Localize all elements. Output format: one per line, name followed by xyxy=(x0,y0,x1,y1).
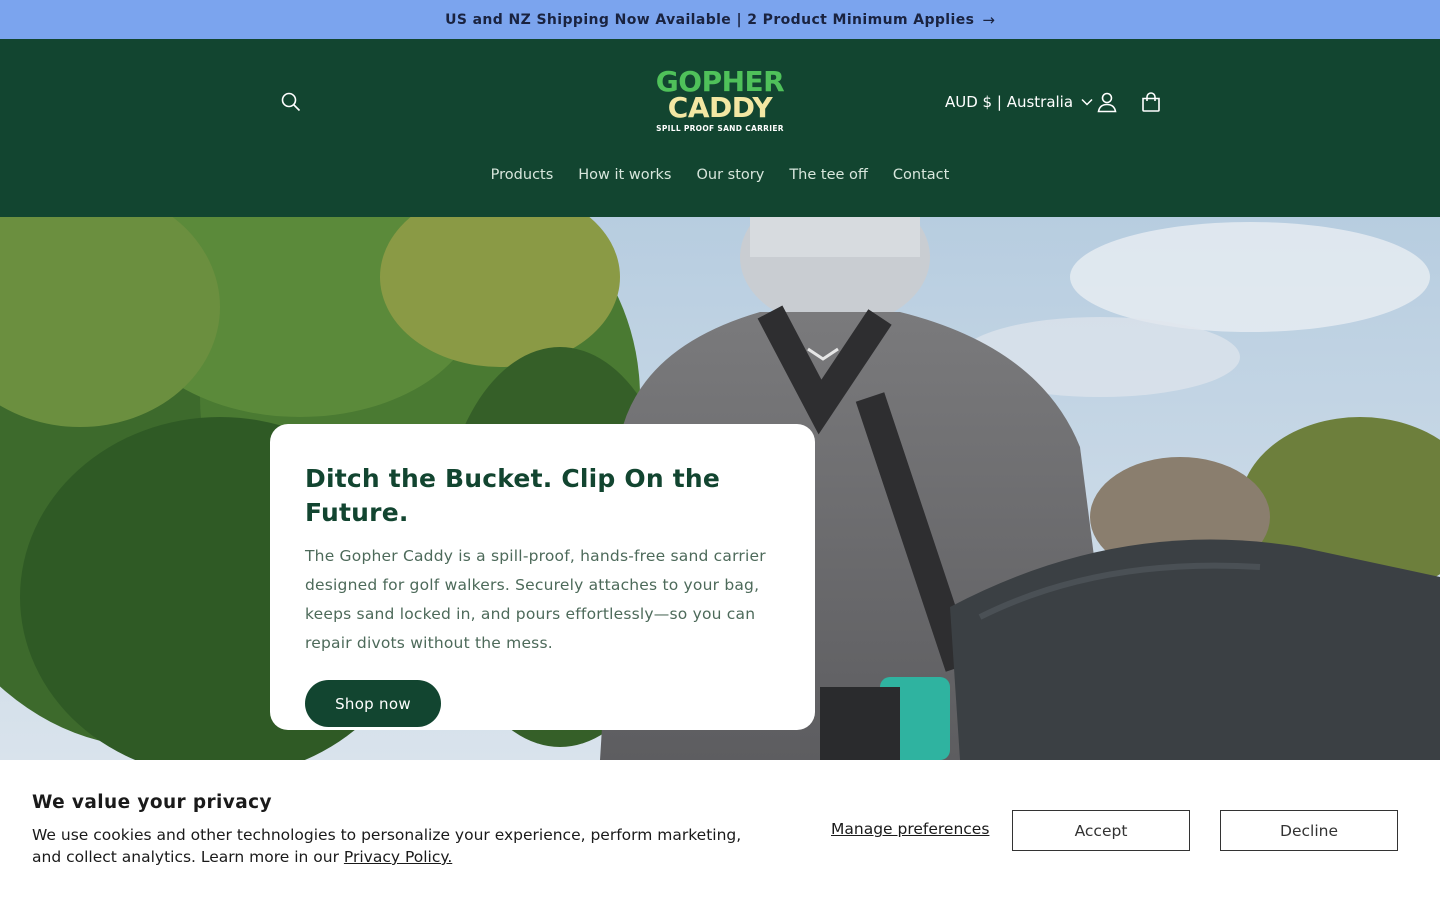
nav-item-our-story[interactable]: Our story xyxy=(684,163,777,187)
hero-description: The Gopher Caddy is a spill-proof, hands… xyxy=(305,547,766,652)
accept-button[interactable]: Accept xyxy=(1012,810,1190,851)
currency-label: AUD $ | Australia xyxy=(945,93,1074,111)
manage-preferences-link[interactable]: Manage preferences xyxy=(831,820,989,838)
account-button[interactable] xyxy=(1088,83,1126,121)
shop-now-button[interactable]: Shop now xyxy=(305,680,441,727)
cookie-description: We use cookies and other technologies to… xyxy=(32,824,752,868)
user-icon xyxy=(1097,92,1117,113)
hero-section: Ditch the Bucket. Clip On the Future. Th… xyxy=(0,217,1440,760)
site-logo[interactable]: GOPHER CADDY SPILL PROOF SAND CARRIER xyxy=(640,68,800,139)
main-nav: Products How it works Our story The tee … xyxy=(0,163,1440,187)
cart-icon xyxy=(1142,92,1160,112)
decline-button[interactable]: Decline xyxy=(1220,810,1398,851)
cart-button[interactable] xyxy=(1132,83,1170,121)
nav-item-how-it-works[interactable]: How it works xyxy=(566,163,684,187)
search-icon xyxy=(281,92,301,112)
hero-card: Ditch the Bucket. Clip On the Future. Th… xyxy=(270,424,815,730)
cookie-banner: We value your privacy We use cookies and… xyxy=(0,760,1440,900)
announcement-bar[interactable]: US and NZ Shipping Now Available | 2 Pro… xyxy=(0,0,1440,39)
site-header: GOPHER CADDY SPILL PROOF SAND CARRIER AU… xyxy=(0,39,1440,217)
cookie-title: We value your privacy xyxy=(32,792,272,813)
nav-item-products[interactable]: Products xyxy=(478,163,566,187)
currency-selector[interactable]: AUD $ | Australia xyxy=(935,87,1103,117)
announcement-text[interactable]: US and NZ Shipping Now Available | 2 Pro… xyxy=(445,12,974,28)
logo-tagline: SPILL PROOF SAND CARRIER xyxy=(656,124,784,133)
privacy-policy-link[interactable]: Privacy Policy. xyxy=(344,848,452,866)
logo-line-2: CADDY xyxy=(667,91,773,124)
nav-item-the-tee-off[interactable]: The tee off xyxy=(777,163,881,187)
hero-title: Ditch the Bucket. Clip On the Future. xyxy=(305,464,721,527)
nav-item-contact[interactable]: Contact xyxy=(880,163,961,187)
arrow-right-icon: → xyxy=(982,10,995,29)
search-button[interactable] xyxy=(272,83,310,121)
